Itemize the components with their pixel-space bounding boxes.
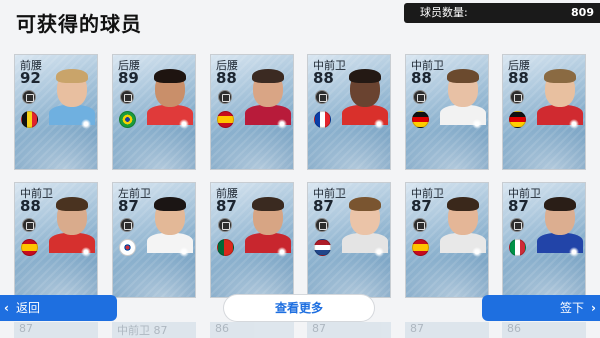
ghost-card: 86: [502, 322, 586, 338]
sparkle-icon: [81, 119, 91, 129]
player-rating: 87: [508, 197, 529, 215]
player-portrait: [245, 67, 291, 125]
player-portrait: [342, 67, 388, 125]
netherlands-flag-icon: [314, 239, 331, 256]
sparkle-icon: [374, 119, 384, 129]
player-rating: 87: [313, 197, 334, 215]
player-badge-icon: [413, 218, 427, 232]
player-rating: 88: [508, 69, 529, 87]
player-count: 球员数量: 809: [404, 3, 600, 23]
belgium-flag-icon: [21, 111, 38, 128]
player-portrait: [49, 195, 95, 253]
player-badge-icon: [315, 218, 329, 232]
player-rating: 89: [118, 69, 139, 87]
germany-flag-icon: [412, 111, 429, 128]
player-portrait: [147, 67, 193, 125]
sparkle-icon: [569, 247, 579, 257]
player-badge-icon: [120, 90, 134, 104]
sparkle-icon: [179, 247, 189, 257]
sparkle-icon: [569, 119, 579, 129]
sparkle-icon: [277, 119, 287, 129]
player-badge-icon: [315, 90, 329, 104]
back-button-label: 返回: [16, 301, 41, 315]
player-rating: 88: [313, 69, 334, 87]
italy-flag-icon: [509, 239, 526, 256]
player-count-value: 809: [571, 6, 594, 19]
sign-button[interactable]: 签下 ›: [482, 295, 600, 321]
ghost-card: 中前卫 87: [112, 322, 196, 338]
ghost-card: 86: [210, 322, 294, 338]
player-rating: 92: [20, 69, 41, 87]
player-card[interactable]: 后腰 89: [112, 54, 196, 170]
player-rating: 87: [216, 197, 237, 215]
player-card[interactable]: 中前卫 88: [307, 54, 391, 170]
page-title: 可获得的球员: [16, 12, 142, 36]
player-card[interactable]: 前腰 92: [14, 54, 98, 170]
spain-flag-icon: [217, 111, 234, 128]
player-count-label: 球员数量:: [420, 6, 468, 19]
sparkle-icon: [472, 119, 482, 129]
player-card[interactable]: 后腰 88: [502, 54, 586, 170]
sparkle-icon: [81, 247, 91, 257]
player-portrait: [49, 67, 95, 125]
player-card[interactable]: 左前卫 87: [112, 182, 196, 298]
player-badge-icon: [510, 90, 524, 104]
spain-flag-icon: [412, 239, 429, 256]
player-portrait: [440, 195, 486, 253]
player-badge-icon: [22, 218, 36, 232]
player-card[interactable]: 中前卫 88: [405, 54, 489, 170]
sign-button-label: 签下: [559, 301, 584, 315]
player-card[interactable]: 中前卫 87: [502, 182, 586, 298]
sparkle-icon: [277, 247, 287, 257]
chevron-left-icon: ‹: [4, 301, 9, 315]
france-flag-icon: [314, 111, 331, 128]
player-card[interactable]: 中前卫 87: [307, 182, 391, 298]
player-rating: 87: [118, 197, 139, 215]
player-badge-icon: [218, 218, 232, 232]
player-badge-icon: [510, 218, 524, 232]
player-badge-icon: [22, 90, 36, 104]
korea-flag-icon: [119, 239, 136, 256]
player-rating: 87: [411, 197, 432, 215]
back-button[interactable]: ‹ 返回: [0, 295, 117, 321]
player-portrait: [537, 195, 583, 253]
player-card[interactable]: 后腰 88: [210, 54, 294, 170]
ghost-card: 87: [14, 322, 98, 338]
view-more-button[interactable]: 查看更多: [224, 295, 374, 321]
player-portrait: [537, 67, 583, 125]
player-card[interactable]: 前腰 87: [210, 182, 294, 298]
germany-flag-icon: [509, 111, 526, 128]
portugal-flag-icon: [217, 239, 234, 256]
player-rating: 88: [411, 69, 432, 87]
player-portrait: [147, 195, 193, 253]
player-badge-icon: [120, 218, 134, 232]
ghost-card: 87: [307, 322, 391, 338]
spain-flag-icon: [21, 239, 38, 256]
sparkle-icon: [374, 247, 384, 257]
ghost-card: 87: [405, 322, 489, 338]
player-card[interactable]: 中前卫 87: [405, 182, 489, 298]
player-badge-icon: [413, 90, 427, 104]
brazil-flag-icon: [119, 111, 136, 128]
chevron-right-icon: ›: [591, 301, 596, 315]
player-portrait: [342, 195, 388, 253]
sparkle-icon: [179, 119, 189, 129]
player-portrait: [245, 195, 291, 253]
player-rating: 88: [20, 197, 41, 215]
player-card[interactable]: 中前卫 88: [14, 182, 98, 298]
player-portrait: [440, 67, 486, 125]
player-badge-icon: [218, 90, 232, 104]
player-rating: 88: [216, 69, 237, 87]
sparkle-icon: [472, 247, 482, 257]
